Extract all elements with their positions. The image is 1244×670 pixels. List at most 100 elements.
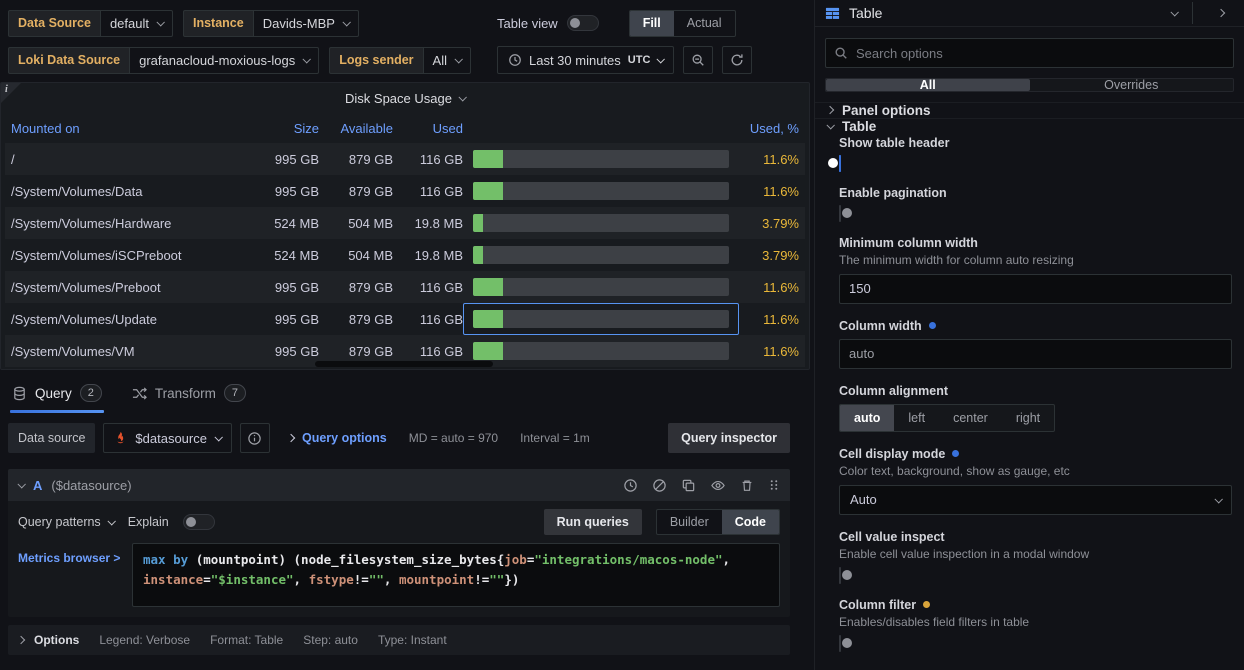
enable-pagination-toggle[interactable] — [839, 205, 841, 222]
query-ref-datasource: ($datasource) — [51, 478, 131, 493]
search-options-input[interactable] — [825, 38, 1234, 68]
tab-query[interactable]: Query 2 — [10, 382, 104, 413]
section-panel-options[interactable]: Panel options — [815, 102, 1244, 118]
show-table-header-toggle[interactable] — [839, 155, 841, 172]
cell-mounted-on: /System/Volumes/iSCPreboot — [5, 248, 241, 263]
cell-mounted-on: / — [5, 152, 241, 167]
cell-mounted-on: /System/Volumes/Data — [5, 184, 241, 199]
info-circle-icon — [247, 431, 262, 446]
column-header-used-percent[interactable]: Used, % — [739, 121, 805, 136]
horizontal-scrollbar-thumb[interactable] — [315, 361, 493, 367]
tab-overrides[interactable]: Overrides — [1030, 79, 1234, 91]
field-label: Cell display mode — [839, 447, 1232, 461]
query-options-footer[interactable]: Options Legend: Verbose Format: Table St… — [8, 625, 790, 655]
section-table[interactable]: Table — [815, 118, 1244, 134]
zoom-out-time-button[interactable] — [683, 46, 713, 74]
field-description: Enables/disables field filters in table — [839, 615, 1232, 629]
cell-size: 995 GB — [241, 312, 319, 327]
transform-count-badge: 7 — [224, 384, 246, 402]
column-width-input[interactable] — [839, 339, 1232, 369]
chevron-right-icon — [1217, 9, 1225, 17]
query-options-expander[interactable]: Query options — [288, 431, 387, 445]
code-option[interactable]: Code — [722, 510, 779, 534]
cell-used-percent: 3.79% — [739, 248, 805, 263]
options-search — [825, 38, 1234, 68]
disable-query-icon[interactable] — [652, 478, 667, 493]
field-label: Column alignment — [839, 384, 1232, 398]
variable-picker-instance[interactable]: Davids-MBP — [253, 10, 359, 37]
query-inspector-button[interactable]: Query inspector — [668, 423, 790, 453]
remove-query-trash-icon[interactable] — [740, 478, 754, 493]
cell-mounted-on: /System/Volumes/Preboot — [5, 280, 241, 295]
cell-value-inspect-toggle[interactable] — [839, 567, 841, 584]
grafana-panel-editor: Data Source default Instance Davids-MBP … — [0, 0, 1244, 670]
time-range-picker[interactable]: Last 30 minutes UTC — [497, 46, 674, 74]
query-row-header[interactable]: A ($datasource) — [8, 469, 790, 501]
run-queries-button[interactable]: Run queries — [544, 509, 642, 535]
duplicate-query-icon[interactable] — [681, 478, 696, 493]
table-view-label: Table view — [497, 16, 558, 31]
alignment-right-option[interactable]: right — [1002, 405, 1054, 431]
options-label: Options — [34, 633, 79, 647]
gauge-track — [473, 342, 729, 360]
chevron-down-icon[interactable] — [1170, 8, 1178, 16]
variable-picker-logs-sender[interactable]: All — [423, 47, 471, 74]
field-label: Show table header — [839, 136, 1232, 150]
builder-option[interactable]: Builder — [657, 510, 722, 534]
panel-title: Disk Space Usage — [345, 91, 452, 106]
alignment-center-option[interactable]: center — [939, 405, 1002, 431]
promql-code-editor[interactable]: max by (mountpoint) (node_filesystem_siz… — [132, 543, 780, 607]
query-datasource-row: Data source $datasource Query options MD… — [0, 413, 814, 459]
minimum-column-width-input[interactable] — [839, 274, 1232, 304]
query-editor-card: A ($datasource) Query patterns Explain R… — [8, 469, 790, 617]
toggle-knob — [842, 638, 852, 648]
field-label-text: Column filter — [839, 598, 916, 612]
toolbar-row-1: Data Source default Instance Davids-MBP … — [8, 9, 806, 37]
toggle-knob — [186, 517, 196, 527]
cell-used-gauge — [463, 335, 739, 367]
tab-all[interactable]: All — [826, 79, 1030, 91]
alignment-auto-option[interactable]: auto — [840, 405, 894, 431]
explain-control: Explain — [128, 515, 169, 529]
cell-size: 524 MB — [241, 248, 319, 263]
toggle-knob — [570, 18, 580, 28]
field-label: Column width — [839, 319, 1232, 333]
refresh-button[interactable] — [722, 46, 752, 74]
column-header-size[interactable]: Size — [241, 121, 319, 136]
query-patterns-dropdown[interactable]: Query patterns — [18, 515, 114, 529]
interval-meta: Interval = 1m — [520, 431, 590, 445]
cell-display-mode-select[interactable]: Auto — [839, 485, 1232, 515]
collapse-query-icon[interactable] — [17, 480, 25, 488]
time-controls-cluster: Last 30 minutes UTC — [497, 46, 752, 74]
query-history-icon[interactable] — [623, 478, 638, 493]
variable-label-data-source: Data Source — [8, 10, 100, 37]
gauge-fill — [473, 342, 503, 360]
gauge-track — [473, 182, 729, 200]
panel-info-corner[interactable]: i — [1, 83, 21, 103]
datasource-help-button[interactable] — [240, 423, 270, 453]
actual-option[interactable]: Actual — [674, 11, 735, 36]
chevron-down-icon — [156, 18, 164, 26]
datasource-picker[interactable]: $datasource — [103, 423, 232, 453]
fill-option[interactable]: Fill — [630, 11, 674, 36]
column-header-used[interactable]: Used — [393, 121, 463, 136]
variable-picker-loki[interactable]: grafanacloud-moxious-logs — [129, 47, 319, 74]
field-column-alignment: Column alignment auto left center right — [839, 384, 1232, 432]
prometheus-flame-icon — [114, 431, 127, 445]
variable-picker-data-source[interactable]: default — [100, 10, 173, 37]
explain-toggle[interactable] — [183, 514, 215, 530]
column-header-available[interactable]: Available — [319, 121, 393, 136]
refresh-icon — [730, 53, 744, 67]
drag-handle-icon[interactable] — [768, 478, 780, 492]
field-column-width: Column width — [839, 319, 1232, 369]
alignment-left-option[interactable]: left — [894, 405, 939, 431]
panel-title-menu[interactable]: Disk Space Usage — [1, 83, 809, 113]
table-view-toggle[interactable] — [567, 15, 599, 31]
tab-transform[interactable]: Transform 7 — [130, 382, 248, 413]
column-header-mounted-on[interactable]: Mounted on — [5, 121, 241, 136]
column-filter-toggle[interactable] — [839, 635, 841, 652]
variable-label-instance: Instance — [183, 10, 253, 37]
collapse-options-pane-button[interactable] — [1208, 0, 1234, 26]
metrics-browser-button[interactable]: Metrics browser > — [18, 543, 124, 607]
toggle-visibility-eye-icon[interactable] — [710, 478, 726, 493]
